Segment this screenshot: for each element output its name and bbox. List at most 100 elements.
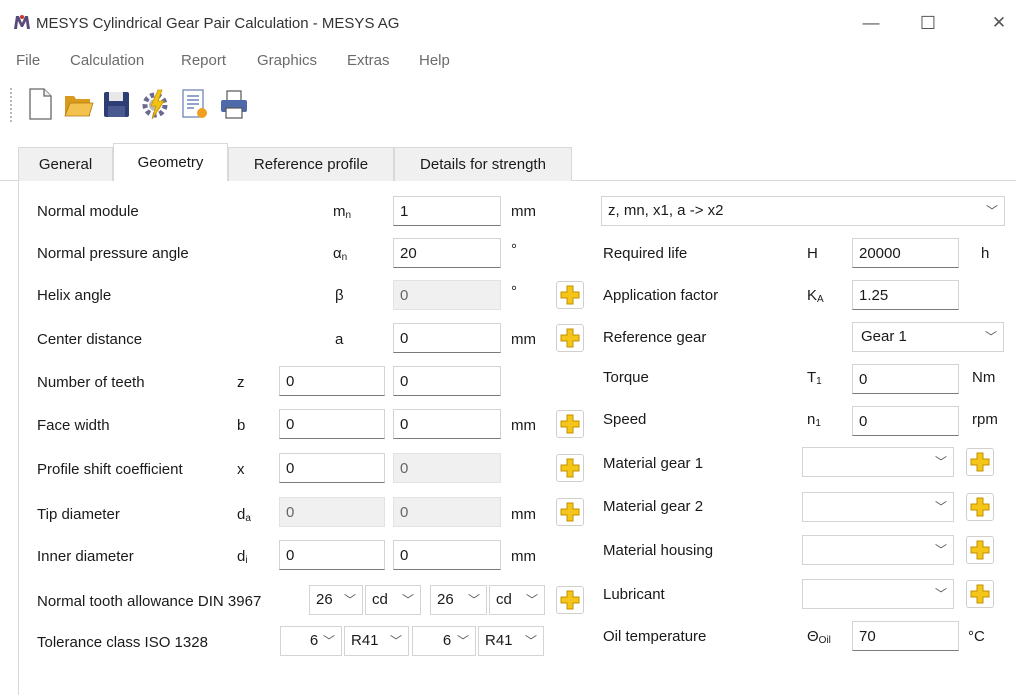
tab-reference-profile[interactable]: Reference profile: [228, 147, 394, 181]
teeth-gear1-input[interactable]: [279, 366, 385, 396]
chevron-down-icon: ﹀: [322, 634, 335, 648]
oil-temperature-input[interactable]: [852, 621, 959, 651]
center-distance-input[interactable]: [393, 323, 501, 353]
plus-icon: [560, 285, 580, 305]
required-life-input[interactable]: [852, 238, 959, 268]
lubricant-add-button[interactable]: [966, 580, 994, 608]
label-required-life: Required life: [603, 245, 688, 262]
unit-torque: Nm: [972, 369, 996, 386]
face-width-gear2-input[interactable]: [393, 409, 501, 439]
tolerance-gear2-select[interactable]: 6 ﹀: [412, 626, 476, 656]
toolbar-grip[interactable]: [10, 88, 16, 122]
torque-input[interactable]: [852, 364, 959, 394]
tolerance-gear2-runout-select[interactable]: R41 ﹀: [478, 626, 544, 656]
chevron-down-icon: ﹀: [343, 593, 356, 607]
new-file-icon[interactable]: [24, 86, 56, 122]
label-torque: Torque: [603, 369, 649, 386]
label-number-of-teeth: Number of teeth: [37, 374, 145, 391]
menu-calculation[interactable]: Calculation: [70, 52, 144, 69]
unit-inner-diameter: mm: [511, 548, 536, 565]
tab-general[interactable]: General: [18, 147, 113, 181]
menu-extras[interactable]: Extras: [347, 52, 390, 69]
label-application-factor: Application factor: [603, 287, 719, 304]
chevron-down-icon: ﹀: [934, 543, 947, 557]
speed-input[interactable]: [852, 406, 959, 436]
profile-shift-gear1-input[interactable]: [279, 453, 385, 483]
application-factor-input[interactable]: [852, 280, 959, 310]
profile-shift-add-button[interactable]: [556, 454, 584, 482]
label-lubricant: Lubricant: [603, 586, 665, 603]
teeth-gear2-input[interactable]: [393, 366, 501, 396]
pressure-angle-input[interactable]: [393, 238, 501, 268]
material-gear1-select[interactable]: ﹀: [802, 447, 954, 477]
material-gear2-add-button[interactable]: [966, 493, 994, 521]
calculate-gear-icon[interactable]: [140, 86, 172, 122]
symbol-speed: n1: [807, 411, 821, 429]
unit-required-life: h: [981, 245, 990, 262]
chevron-down-icon: ﹀: [984, 330, 997, 344]
inner-diameter-gear1-input[interactable]: [279, 540, 385, 570]
tolerance-gear1-select[interactable]: 6 ﹀: [280, 626, 342, 656]
allowance-gear2-select[interactable]: 26 ﹀: [430, 585, 487, 615]
maximize-button[interactable]: ☐: [913, 10, 943, 36]
unit-tip-diameter: mm: [511, 506, 536, 523]
symbol-face-width: b: [237, 417, 246, 434]
tolerance-gear1-runout-select[interactable]: R41 ﹀: [344, 626, 409, 656]
symbol-normal-module: mn: [333, 203, 352, 221]
material-gear1-add-button[interactable]: [966, 448, 994, 476]
material-housing-add-button[interactable]: [966, 536, 994, 564]
label-oil-temperature: Oil temperature: [603, 628, 707, 645]
tip-diameter-gear2-input[interactable]: [393, 497, 501, 527]
label-center-distance: Center distance: [37, 331, 143, 348]
helix-angle-input[interactable]: [393, 280, 501, 310]
profile-shift-gear2-input[interactable]: [393, 453, 501, 483]
allowance-gear1-select[interactable]: 26 ﹀: [309, 585, 363, 615]
chevron-down-icon: ﹀: [934, 455, 947, 469]
material-gear2-select[interactable]: ﹀: [802, 492, 954, 522]
symbol-torque: T1: [807, 369, 822, 387]
unit-pressure-angle: °: [511, 241, 517, 258]
tab-geometry[interactable]: Geometry: [113, 143, 228, 182]
save-disk-icon[interactable]: [100, 86, 132, 122]
menu-graphics[interactable]: Graphics: [257, 52, 317, 69]
label-face-width: Face width: [37, 417, 110, 434]
chevron-down-icon: ﹀: [934, 500, 947, 514]
calculation-mode-select[interactable]: z, mn, x1, a -> x2 ﹀: [601, 196, 1005, 226]
helix-angle-add-button[interactable]: [556, 281, 584, 309]
center-distance-add-button[interactable]: [556, 324, 584, 352]
chevron-down-icon: ﹀: [985, 204, 998, 218]
tip-diameter-gear1-input[interactable]: [279, 497, 385, 527]
symbol-tip-diameter: da: [237, 506, 251, 524]
face-width-add-button[interactable]: [556, 410, 584, 438]
chevron-down-icon: ﹀: [525, 593, 538, 607]
label-helix-angle: Helix angle: [37, 287, 112, 304]
label-reference-gear: Reference gear: [603, 329, 707, 346]
allowance-gear1-fit-select[interactable]: cd ﹀: [365, 585, 421, 615]
unit-center-distance: mm: [511, 331, 536, 348]
window-title: MESYS Cylindrical Gear Pair Calculation …: [36, 15, 400, 32]
lubricant-select[interactable]: ﹀: [802, 579, 954, 609]
allowance-gear2-fit-select[interactable]: cd ﹀: [489, 585, 545, 615]
print-icon[interactable]: [218, 86, 250, 122]
menu-help[interactable]: Help: [419, 52, 450, 69]
menu-file[interactable]: File: [16, 52, 40, 69]
menu-report[interactable]: Report: [181, 52, 226, 69]
minimize-button[interactable]: —: [856, 10, 886, 36]
material-housing-select[interactable]: ﹀: [802, 535, 954, 565]
symbol-number-of-teeth: z: [237, 374, 245, 391]
tab-details-for-strength[interactable]: Details for strength: [394, 147, 572, 181]
tip-diameter-add-button[interactable]: [556, 498, 584, 526]
normal-module-input[interactable]: [393, 196, 501, 226]
inner-diameter-gear2-input[interactable]: [393, 540, 501, 570]
report-icon[interactable]: [178, 86, 210, 122]
tooth-allowance-add-button[interactable]: [556, 586, 584, 614]
plus-icon: [970, 452, 990, 472]
plus-icon: [560, 590, 580, 610]
reference-gear-select[interactable]: Gear 1 ﹀: [852, 322, 1004, 352]
open-folder-icon[interactable]: [62, 86, 94, 122]
close-button[interactable]: ✕: [984, 10, 1014, 36]
plus-icon: [970, 584, 990, 604]
label-tooth-allowance: Normal tooth allowance DIN 3967: [37, 593, 262, 610]
label-profile-shift: Profile shift coefficient: [37, 461, 183, 478]
face-width-gear1-input[interactable]: [279, 409, 385, 439]
